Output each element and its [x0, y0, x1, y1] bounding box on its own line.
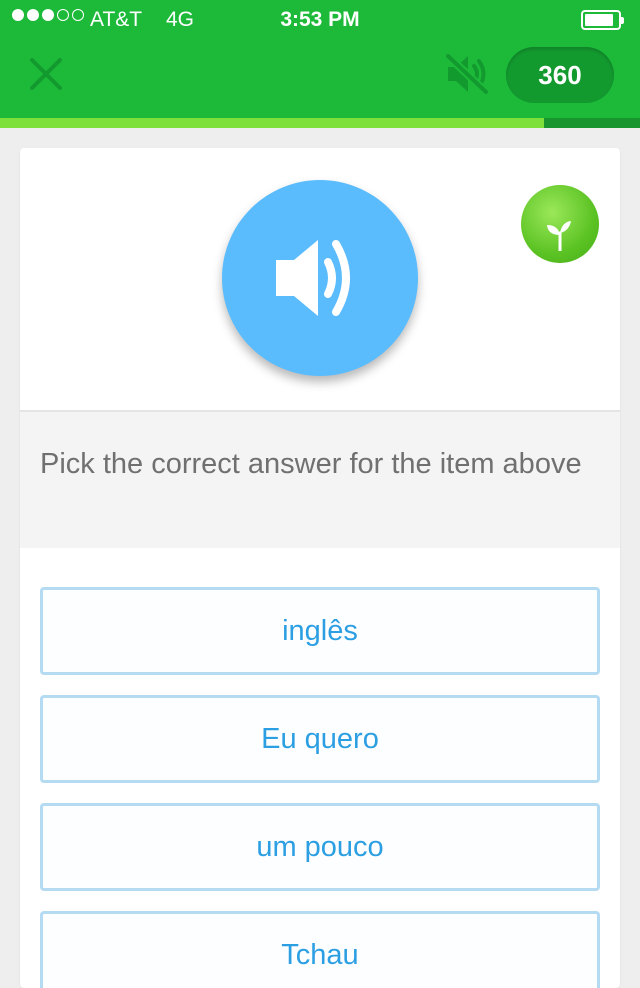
- close-icon: [30, 58, 62, 90]
- speaker-muted-icon: [444, 52, 490, 96]
- mute-button[interactable]: [444, 52, 490, 96]
- lesson-progress-fill: [0, 118, 544, 128]
- top-bar: AT&T 4G 3:53 PM 360: [0, 0, 640, 118]
- close-button[interactable]: [26, 54, 66, 94]
- play-audio-button[interactable]: [222, 180, 418, 376]
- status-time: 3:53 PM: [280, 8, 360, 31]
- question-prompt-area: Pick the correct answer for the item abo…: [20, 410, 620, 548]
- sprout-icon: [547, 221, 571, 251]
- question-card: Pick the correct answer for the item abo…: [20, 148, 620, 988]
- answer-option[interactable]: inglês: [40, 587, 600, 675]
- answer-option[interactable]: um pouco: [40, 803, 600, 891]
- lesson-progress-bar: [0, 118, 640, 128]
- answer-option[interactable]: Tchau: [40, 911, 600, 988]
- battery-icon: [581, 10, 624, 30]
- points-counter: 360: [506, 47, 614, 103]
- speaker-icon: [276, 240, 350, 316]
- level-badge: [521, 185, 599, 263]
- answer-option[interactable]: Eu quero: [40, 695, 600, 783]
- status-bar: AT&T 4G 3:53 PM: [0, 0, 640, 40]
- question-prompt: Pick the correct answer for the item abo…: [40, 448, 582, 480]
